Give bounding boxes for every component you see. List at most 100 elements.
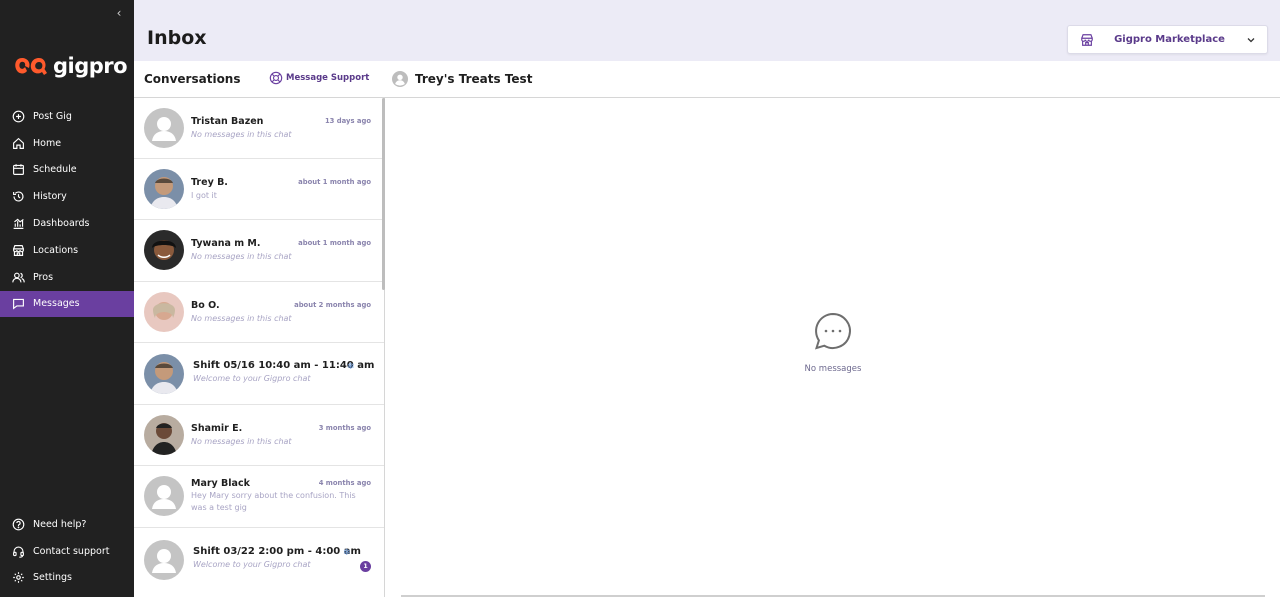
store-icon — [13, 244, 24, 256]
conversation-time: about 1 month ago — [298, 178, 371, 187]
top-header: Inbox Gigpro Marketplace — [134, 0, 1280, 61]
avatar — [144, 476, 184, 517]
conversation-item[interactable]: Shamir E. 3 months ago No messages in th… — [134, 405, 384, 467]
conversation-name: Shift 03/22 2:00 pm - 4:00 am — [193, 545, 361, 557]
avatar — [144, 415, 184, 456]
avatar — [144, 291, 184, 332]
gigpro-logo[interactable]: gigpro — [13, 54, 128, 78]
default-avatar-icon — [144, 108, 184, 148]
conversations-header: Conversations Message Support — [134, 61, 385, 98]
chevron-down-icon — [1247, 37, 1255, 42]
conversation-list-scrollbar[interactable] — [382, 98, 385, 290]
chat-bubble-icon — [814, 312, 851, 350]
nav-item-messages[interactable]: Messages — [0, 290, 134, 318]
nav-item-contact-support[interactable]: Contact support — [0, 538, 134, 565]
nav-item-dashboards[interactable]: Dashboards — [0, 210, 134, 237]
conversation-name: Tywana m M. — [191, 238, 261, 250]
collapse-sidebar-button[interactable]: ‹ — [112, 6, 126, 20]
plus-circle-icon — [12, 110, 25, 123]
conversation-time: 3 months ago — [318, 424, 371, 433]
conversation-item[interactable]: Trey B. about 1 month ago I got it — [134, 159, 384, 221]
logo-text: gigpro — [53, 54, 128, 78]
home-icon — [13, 137, 24, 149]
lifebuoy-icon — [269, 71, 283, 85]
nav-item-need-help[interactable]: Need help? — [0, 511, 134, 538]
conversation-preview: Welcome to your Gigpro chat — [193, 559, 311, 569]
conversation-name: Bo O. — [191, 299, 220, 311]
snowflake-icon: ❄ — [343, 547, 351, 558]
gear-icon — [13, 572, 24, 584]
chat-title: Trey's Treats Test — [415, 72, 533, 86]
conversation-name: Trey B. — [191, 177, 228, 189]
nav-item-history[interactable]: History — [0, 183, 134, 210]
nav-item-post-gig[interactable]: Post Gig — [0, 103, 134, 130]
nav-item-schedule[interactable]: Schedule — [0, 157, 134, 184]
conversation-item[interactable]: Tristan Bazen 13 days ago No messages in… — [134, 98, 384, 160]
default-avatar-icon — [144, 539, 184, 580]
nav-label: Dashboards — [33, 218, 90, 230]
chat-header: Trey's Treats Test — [385, 61, 1280, 98]
unread-badge: 1 — [360, 560, 371, 572]
conversation-preview: No messages in this chat — [191, 252, 292, 262]
nav-label: Contact support — [33, 545, 110, 557]
conversations-title: Conversations — [144, 72, 241, 86]
conversation-item[interactable]: Bo O. about 2 months ago No messages in … — [134, 282, 384, 343]
history-icon — [13, 191, 24, 202]
message-icon — [13, 299, 24, 310]
conversation-time: about 2 months ago — [294, 300, 371, 309]
calendar-icon — [13, 164, 24, 176]
conversation-item[interactable]: Shift 05/16 10:40 am - 11:40 am ❄ Welcom… — [134, 343, 384, 406]
conversation-item[interactable]: Mary Black 4 months ago Hey Mary sorry a… — [134, 466, 384, 528]
users-icon — [12, 272, 25, 283]
nav-label: Locations — [33, 244, 79, 256]
conversation-preview: No messages in this chat — [191, 437, 292, 447]
nav-label: Home — [33, 137, 62, 149]
marketplace-label: Gigpro Marketplace — [1114, 34, 1225, 45]
conversation-list[interactable]: Tristan Bazen 13 days ago No messages in… — [134, 98, 385, 597]
nav-label: Need help? — [33, 518, 87, 530]
page-title: Inbox — [147, 27, 207, 49]
store-icon — [1081, 33, 1093, 46]
nav-label: Settings — [33, 572, 72, 584]
conversation-time: 13 days ago — [324, 117, 371, 125]
message-support-label: Message Support — [286, 73, 370, 83]
user-photo — [144, 415, 184, 456]
user-photo — [144, 291, 184, 332]
help-icon — [12, 518, 25, 531]
nav-label: Schedule — [33, 164, 77, 176]
user-photo — [144, 230, 184, 271]
avatar — [144, 353, 184, 394]
sidebar: ‹ gigpro Post Gig Home Schedule History … — [0, 0, 134, 597]
secondary-nav: Need help? Contact support Settings — [0, 511, 134, 591]
user-photo — [144, 169, 184, 210]
avatar — [144, 108, 184, 148]
conversation-preview: Hey Mary sorry about the confusion. This… — [191, 491, 356, 513]
nav-label: Pros — [33, 271, 54, 283]
nav-label: Post Gig — [33, 110, 72, 122]
nav-item-pros[interactable]: Pros — [0, 264, 134, 291]
default-avatar-icon — [144, 476, 184, 517]
conversation-preview: I got it — [191, 191, 217, 201]
nav-item-settings[interactable]: Settings — [0, 565, 134, 592]
conversation-name: Tristan Bazen — [191, 116, 264, 127]
avatar — [144, 230, 184, 271]
default-avatar-icon — [392, 71, 408, 87]
gigpro-logo-icon — [15, 58, 47, 75]
nav-item-home[interactable]: Home — [0, 130, 134, 157]
nav-item-locations[interactable]: Locations — [0, 237, 134, 264]
empty-chat-state: No messages — [785, 310, 881, 374]
message-support-link[interactable]: Message Support — [269, 71, 369, 85]
marketplace-select[interactable]: Gigpro Marketplace — [1067, 25, 1268, 54]
empty-chat-text: No messages — [804, 364, 862, 374]
headset-icon — [13, 546, 24, 558]
chart-icon — [13, 218, 24, 230]
avatar — [144, 169, 184, 210]
conversation-preview: No messages in this chat — [191, 313, 292, 323]
user-photo — [144, 353, 184, 394]
snowflake-icon: ❄ — [347, 361, 355, 372]
conversation-item[interactable]: Tywana m M. about 1 month ago No message… — [134, 220, 384, 282]
nav-label: History — [33, 191, 67, 203]
conversation-item[interactable]: Shift 03/22 2:00 pm - 4:00 am ❄ Welcome … — [134, 528, 384, 592]
conversation-time: about 1 month ago — [298, 239, 371, 248]
conversation-time: 4 months ago — [318, 479, 371, 488]
